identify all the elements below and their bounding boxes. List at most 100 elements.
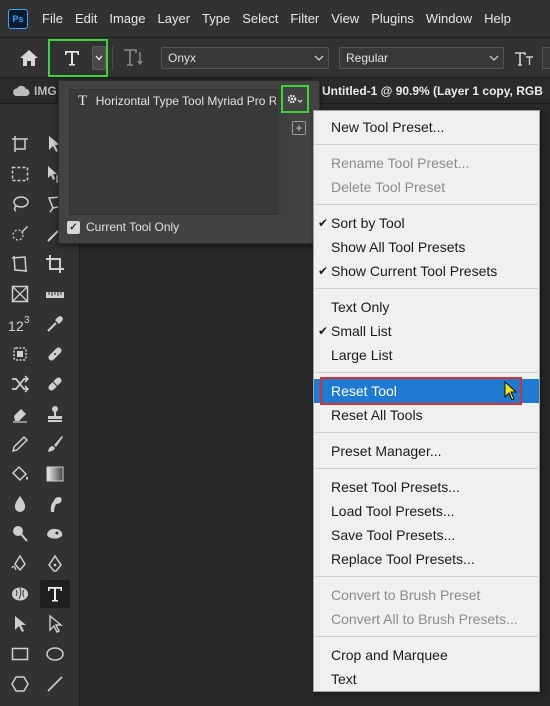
menu-item-reset-all-tools[interactable]: Reset All Tools — [314, 403, 539, 427]
menu-file[interactable]: File — [36, 0, 69, 38]
type-tool-icon — [53, 43, 91, 73]
menu-help[interactable]: Help — [478, 0, 517, 38]
eraser-icon — [13, 409, 27, 423]
document-tab[interactable]: Untitled-1 @ 90.9% (Layer 1 copy, RGB — [322, 78, 543, 104]
pencil-tool[interactable] — [5, 430, 35, 458]
divider — [112, 46, 113, 70]
current-tool-only-checkbox[interactable]: ✓ Current Tool Only — [67, 220, 179, 234]
ruler-tool[interactable] — [40, 280, 70, 308]
menu-item-replace-tool-presets[interactable]: Replace Tool Presets... — [314, 547, 539, 571]
new-preset-icon[interactable]: + — [292, 121, 306, 135]
menu-filter[interactable]: Filter — [284, 0, 325, 38]
eyedropper-tool[interactable] — [40, 310, 70, 338]
blur-tool[interactable] — [5, 490, 35, 518]
rectangle-tool[interactable] — [5, 640, 35, 668]
spot-healing-tool[interactable] — [5, 340, 35, 368]
preset-settings-button[interactable] — [281, 85, 309, 113]
marquee-tool[interactable] — [5, 160, 35, 188]
crop-tool[interactable] — [40, 250, 70, 278]
menu-view[interactable]: View — [325, 0, 365, 38]
menu-item-delete-tool-preset[interactable]: Delete Tool Preset — [314, 175, 539, 199]
font-family-value: Onyx — [168, 51, 197, 65]
line-tool[interactable] — [40, 670, 70, 698]
menu-select[interactable]: Select — [236, 0, 284, 38]
smudge-icon — [50, 497, 62, 512]
smudge-tool[interactable] — [40, 490, 70, 518]
menu-type[interactable]: Type — [196, 0, 236, 38]
menu-item-label: Large List — [331, 347, 393, 363]
menu-item-text[interactable]: Text — [314, 667, 539, 691]
home-button[interactable] — [16, 46, 42, 70]
highlight-annotation-box — [320, 377, 522, 405]
path-selection-tool[interactable] — [5, 610, 35, 638]
rectangle-icon — [11, 647, 29, 661]
freeform-pen-icon — [11, 554, 26, 572]
menu-item-sort-by-tool[interactable]: ✔ Sort by Tool — [314, 211, 539, 235]
eraser-tool[interactable] — [5, 400, 35, 428]
menu-item-reset-tool-presets[interactable]: Reset Tool Presets... — [314, 475, 539, 499]
paint-bucket-tool[interactable] — [5, 460, 35, 488]
gradient-tool[interactable] — [40, 460, 70, 488]
brush-tool[interactable] — [40, 430, 70, 458]
menu-item-new-tool-preset[interactable]: New Tool Preset... — [314, 115, 539, 139]
perspective-crop-tool[interactable] — [5, 250, 35, 278]
ellipse-tool[interactable] — [40, 640, 70, 668]
freeform-pen-tool[interactable] — [5, 550, 35, 578]
artboard-tool[interactable] — [5, 130, 35, 158]
menu-divider — [315, 372, 538, 373]
font-size-field[interactable] — [542, 47, 550, 69]
sponge-tool[interactable] — [40, 520, 70, 548]
chevron-down-icon — [489, 48, 499, 68]
tool-preset-list[interactable]: T Horizontal Type Tool Myriad Pro Regula… — [69, 89, 277, 215]
menu-item-crop-and-marquee[interactable]: Crop and Marquee — [314, 643, 539, 667]
menu-item-text-only[interactable]: Text Only — [314, 295, 539, 319]
stamp-icon — [48, 406, 62, 422]
menu-plugins[interactable]: Plugins — [365, 0, 420, 38]
horizontal-type-tool[interactable] — [40, 580, 70, 608]
dodge-tool[interactable] — [5, 520, 35, 548]
menu-layer[interactable]: Layer — [152, 0, 197, 38]
home-icon — [20, 50, 38, 66]
menu-item-small-list[interactable]: ✔ Small List — [314, 319, 539, 343]
clone-stamp-tool[interactable] — [40, 400, 70, 428]
menu-item-show-current-tool-presets[interactable]: ✔ Show Current Tool Presets — [314, 259, 539, 283]
checkbox-checked-icon: ✓ — [67, 220, 80, 234]
menu-image[interactable]: Image — [103, 0, 151, 38]
font-family-select[interactable]: Onyx — [161, 47, 329, 69]
menu-item-rename-tool-preset[interactable]: Rename Tool Preset... — [314, 151, 539, 175]
eyedropper-icon — [47, 316, 63, 332]
quick-selection-tool[interactable] — [5, 220, 35, 248]
menu-edit[interactable]: Edit — [69, 0, 103, 38]
tool-preset-item[interactable]: T Horizontal Type Tool Myriad Pro Regula… — [70, 90, 276, 112]
menu-window[interactable]: Window — [420, 0, 478, 38]
menu-item-load-tool-presets[interactable]: Load Tool Presets... — [314, 499, 539, 523]
count-tool[interactable]: 123 — [5, 310, 35, 338]
chevron-down-icon — [92, 46, 106, 70]
menu-item-convert-all-to-brush-presets[interactable]: Convert All to Brush Presets... — [314, 607, 539, 631]
content-aware-move-tool[interactable] — [5, 370, 35, 398]
menu-item-label: Replace Tool Presets... — [331, 551, 475, 567]
direct-selection-tool[interactable] — [40, 610, 70, 638]
frame-tool[interactable] — [5, 280, 35, 308]
menu-item-large-list[interactable]: Large List — [314, 343, 539, 367]
checkmark-icon: ✔ — [318, 216, 329, 230]
cloud-tab-label: IMG — [34, 84, 57, 98]
red-eye-tool[interactable] — [40, 370, 70, 398]
cloud-document-tab[interactable]: IMG — [12, 83, 57, 99]
count-icon: 123 — [8, 315, 30, 334]
menu-item-preset-manager[interactable]: Preset Manager... — [314, 439, 539, 463]
brain-tool[interactable] — [5, 580, 35, 608]
tool-preset-picker[interactable] — [48, 39, 108, 77]
polygon-tool[interactable] — [5, 670, 35, 698]
menu-item-convert-to-brush-preset[interactable]: Convert to Brush Preset — [314, 583, 539, 607]
checkmark-icon: ✔ — [318, 324, 329, 338]
type-tool-icon — [48, 587, 62, 602]
healing-brush-tool[interactable] — [40, 340, 70, 368]
pen-tool[interactable] — [40, 550, 70, 578]
lasso-tool[interactable] — [5, 190, 35, 218]
menu-item-show-all-tool-presets[interactable]: Show All Tool Presets — [314, 235, 539, 259]
brush-icon — [48, 436, 63, 452]
menu-item-save-tool-presets[interactable]: Save Tool Presets... — [314, 523, 539, 547]
font-style-select[interactable]: Regular — [339, 47, 504, 69]
toggle-text-orientation-button[interactable] — [120, 46, 146, 70]
